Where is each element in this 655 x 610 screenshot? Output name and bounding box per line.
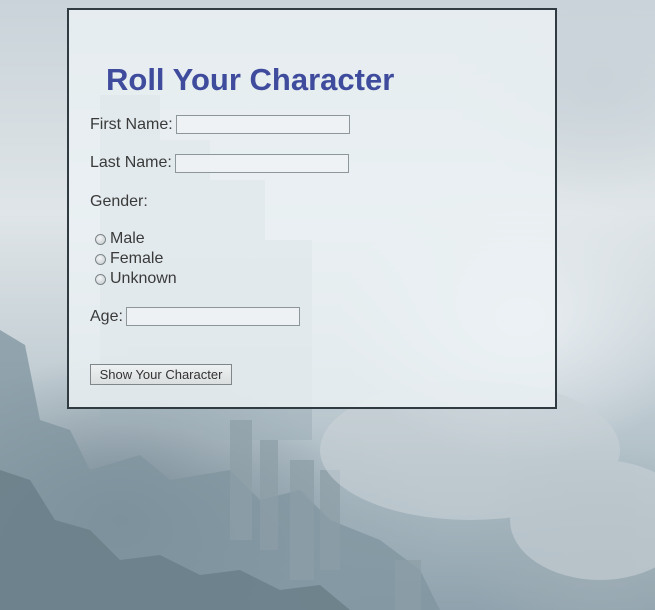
radio-unknown[interactable] xyxy=(95,273,106,285)
gender-label: Gender: xyxy=(90,193,148,210)
gender-option-male[interactable]: Male xyxy=(95,230,145,248)
show-character-button[interactable]: Show Your Character xyxy=(90,364,232,385)
first-name-label: First Name: xyxy=(90,116,173,133)
radio-male[interactable] xyxy=(95,233,106,245)
gender-option-unknown[interactable]: Unknown xyxy=(95,270,177,288)
form-title: Roll Your Character xyxy=(106,62,395,97)
radio-label-male: Male xyxy=(110,230,145,247)
radio-label-female: Female xyxy=(110,250,164,267)
last-name-input[interactable] xyxy=(175,154,349,173)
radio-female[interactable] xyxy=(95,253,106,265)
last-name-label: Last Name: xyxy=(90,154,172,171)
radio-label-unknown: Unknown xyxy=(110,270,177,287)
age-input[interactable] xyxy=(126,307,300,326)
first-name-input[interactable] xyxy=(176,115,350,134)
character-form-panel: Roll Your Character First Name: Last Nam… xyxy=(67,8,557,409)
age-label: Age: xyxy=(90,308,123,325)
gender-option-female[interactable]: Female xyxy=(95,250,163,268)
